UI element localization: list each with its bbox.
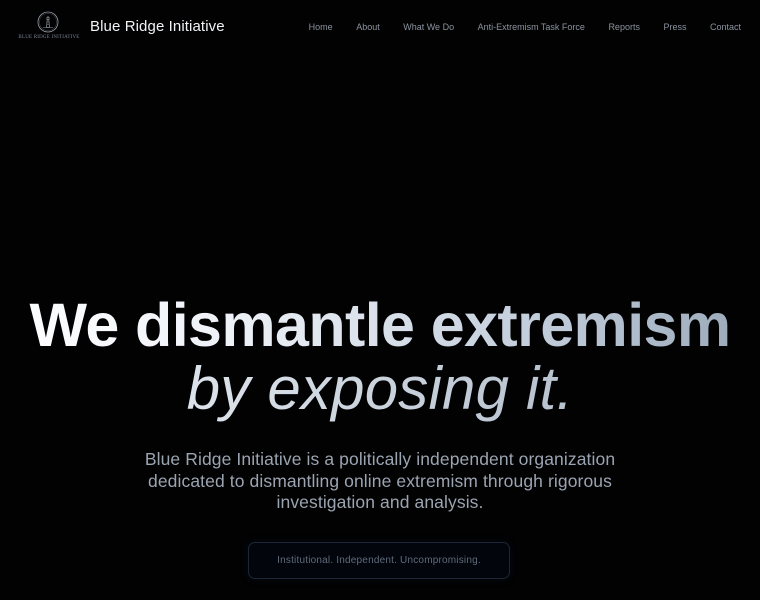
nav-item-home[interactable]: Home	[309, 22, 333, 32]
hero-title: We dismantle extremism	[0, 293, 760, 357]
nav-item-reports[interactable]: Reports	[608, 22, 640, 32]
logo-text: BLUE RIDGE INITIATIVE	[18, 35, 80, 40]
nav-item-anti-extremism-task-force[interactable]: Anti-Extremism Task Force	[478, 22, 585, 32]
nav-item-press[interactable]: Press	[663, 22, 686, 32]
nav-item-what-we-do[interactable]: What We Do	[403, 22, 454, 32]
lighthouse-emblem-icon	[37, 11, 59, 33]
page: BLUE RIDGE INITIATIVE Blue Ridge Initiat…	[0, 0, 760, 600]
logo[interactable]: BLUE RIDGE INITIATIVE	[18, 11, 80, 43]
brand-name[interactable]: Blue Ridge Initiative	[90, 18, 225, 35]
hero-description: Blue Ridge Initiative is a politically i…	[144, 449, 616, 512]
tagline-badge: Institutional. Independent. Uncompromisi…	[248, 542, 510, 579]
nav-item-contact[interactable]: Contact	[710, 22, 741, 32]
nav-item-about[interactable]: About	[356, 22, 380, 32]
site-header: BLUE RIDGE INITIATIVE Blue Ridge Initiat…	[0, 0, 760, 56]
main-nav: Home About What We Do Anti-Extremism Tas…	[309, 22, 741, 32]
hero-subtitle: by exposing it.	[0, 356, 760, 422]
